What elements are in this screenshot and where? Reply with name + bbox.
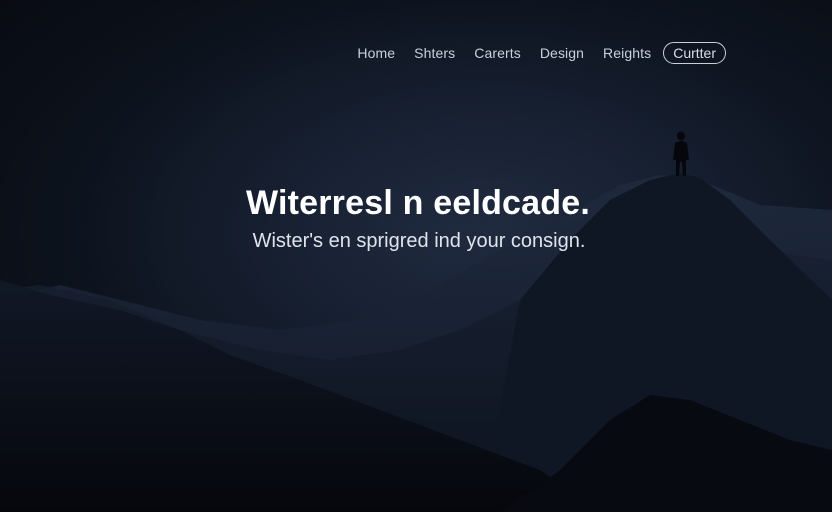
nav-link-design[interactable]: Design (540, 42, 584, 64)
mountain-backdrop (0, 0, 832, 512)
nav-link-shters[interactable]: Shters (414, 42, 455, 64)
top-nav: Home Shters Carerts Design Reights Curtt… (357, 42, 726, 64)
nav-link-home[interactable]: Home (357, 42, 395, 64)
hero-section: Witerresl n eeldcade. Wister's en sprigr… (0, 181, 832, 255)
hero-title: Witerresl n eeldcade. (245, 184, 591, 222)
nav-cta-button[interactable]: Curtter (663, 42, 726, 64)
nav-link-reights[interactable]: Reights (603, 42, 651, 64)
landing-page: Home Shters Carerts Design Reights Curtt… (0, 0, 832, 512)
hero-subtitle: Wister's en sprigred ind your consign. (252, 230, 586, 252)
nav-link-carerts[interactable]: Carerts (474, 42, 521, 64)
